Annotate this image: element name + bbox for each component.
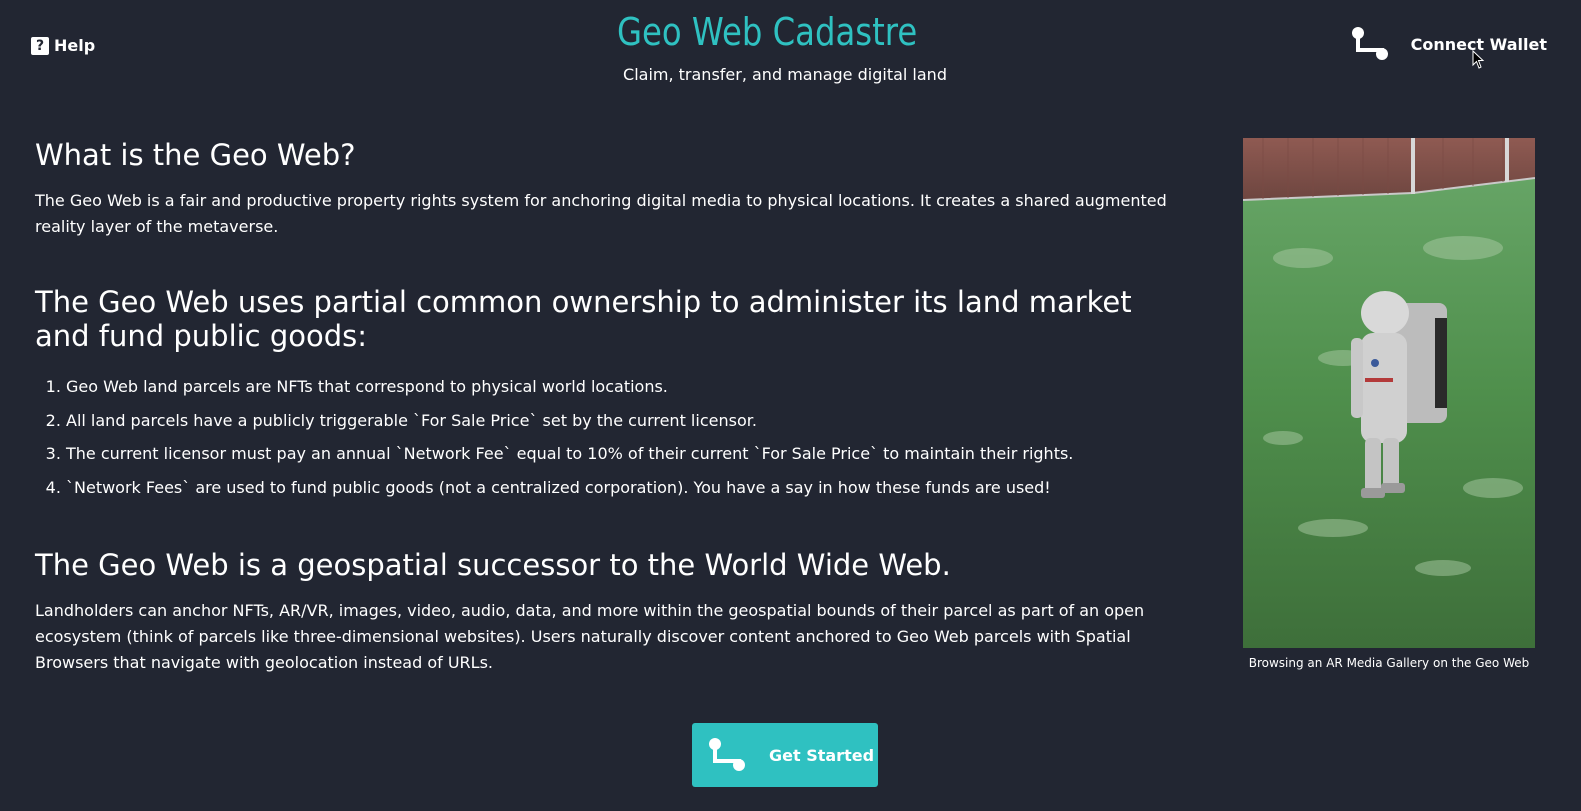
wallet-connect-icon <box>709 738 745 771</box>
pco-list: Geo Web land parcels are NFTs that corre… <box>35 370 1073 504</box>
pco-heading: The Geo Web uses partial common ownershi… <box>35 285 1132 353</box>
help-link[interactable]: ? Help <box>31 36 95 55</box>
media-caption: Browsing an AR Media Gallery on the Geo … <box>1248 656 1530 670</box>
what-paragraph: The Geo Web is a fair and productive pro… <box>35 191 1167 236</box>
ar-gallery-image <box>1243 138 1535 648</box>
successor-paragraph: Landholders can anchor NFTs, AR/VR, imag… <box>35 601 1145 672</box>
media-figure: Browsing an AR Media Gallery on the Geo … <box>1243 138 1535 670</box>
help-label: Help <box>54 36 96 55</box>
what-heading: What is the Geo Web? <box>35 138 356 172</box>
get-started-button[interactable]: Get Started <box>692 723 878 787</box>
list-item: All land parcels have a publicly trigger… <box>66 404 1073 438</box>
connect-wallet-button[interactable]: Connect Wallet <box>1351 26 1547 62</box>
get-started-label: Get Started <box>769 745 875 765</box>
mouse-cursor-icon <box>1472 50 1485 69</box>
list-item: Geo Web land parcels are NFTs that corre… <box>66 370 1073 404</box>
tagline: Claim, transfer, and manage digital land <box>623 65 947 84</box>
wallet-connect-icon <box>1351 27 1388 60</box>
header: ? Help Geo Web Cadastre Claim, transfer,… <box>0 0 1581 100</box>
list-item: The current licensor must pay an annual … <box>66 437 1073 471</box>
app-title: Geo Web Cadastre <box>617 10 918 54</box>
successor-heading: The Geo Web is a geospatial successor to… <box>35 548 951 582</box>
brand: Geo Web Cadastre Claim, transfer, and ma… <box>617 10 960 84</box>
list-item: `Network Fees` are used to fund public g… <box>66 471 1073 505</box>
help-icon: ? <box>31 36 49 55</box>
